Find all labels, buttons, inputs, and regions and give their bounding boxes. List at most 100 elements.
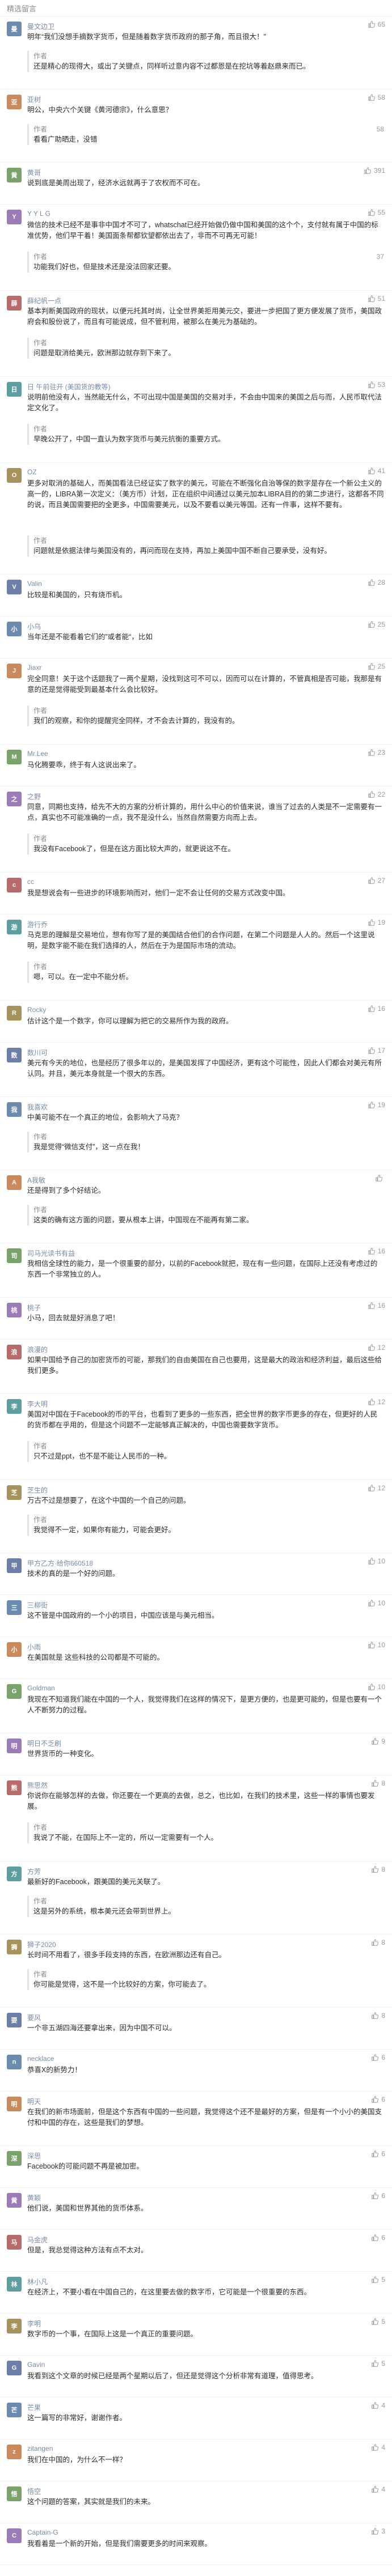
avatar[interactable]: 马 <box>7 2235 22 2250</box>
like-button[interactable]: 4 <box>371 2485 385 2493</box>
avatar[interactable]: 小 <box>7 1642 22 1657</box>
avatar[interactable]: 狮 <box>7 1940 22 1954</box>
comment-item: n necklace 6 恭喜X的新势力！ <box>0 2049 392 2092</box>
avatar[interactable]: 深 <box>7 2151 22 2166</box>
avatar[interactable]: 日 <box>7 382 22 397</box>
avatar[interactable]: J <box>7 664 22 678</box>
avatar[interactable]: c <box>7 878 22 892</box>
like-button[interactable]: 65 <box>368 20 385 28</box>
avatar[interactable]: 明 <box>7 1738 22 1753</box>
avatar[interactable]: 林 <box>7 2277 22 2292</box>
like-button[interactable]: 8 <box>371 1779 385 1787</box>
like-button[interactable]: 10 <box>368 1641 385 1649</box>
reply-like-button[interactable]: 58 <box>377 124 384 134</box>
avatar[interactable]: G <box>7 1684 22 1699</box>
avatar[interactable]: 甲 <box>7 1558 22 1573</box>
like-button[interactable]: 16 <box>368 1005 385 1013</box>
avatar[interactable]: 数 <box>7 1048 22 1062</box>
avatar[interactable]: 李 <box>7 2319 22 2333</box>
like-button[interactable]: 8 <box>371 2012 385 2020</box>
like-button[interactable]: 51 <box>368 295 385 303</box>
avatar[interactable]: 游 <box>7 920 22 934</box>
like-button[interactable]: 4 <box>371 2443 385 2451</box>
avatar[interactable]: 司 <box>7 1248 22 1263</box>
author-reply: 作者 问题是取消给美元，欧洲那边就存到下来了。 <box>27 338 384 359</box>
avatar[interactable]: 黄 <box>7 2193 22 2208</box>
comment-author: cc <box>27 878 34 886</box>
like-button[interactable]: 10 <box>368 1683 385 1691</box>
avatar[interactable]: 黄 <box>7 168 22 182</box>
like-button[interactable]: 41 <box>368 467 385 475</box>
avatar[interactable]: 之 <box>7 792 22 806</box>
like-button[interactable]: 5 <box>371 2318 385 2326</box>
like-button[interactable]: 6 <box>371 2095 385 2103</box>
avatar[interactable]: 芝 <box>7 1485 22 1500</box>
avatar[interactable]: 李 <box>7 1399 22 1414</box>
avatar[interactable]: 悟 <box>7 2486 22 2501</box>
comment-text: 还是得到了多个好结论。 <box>27 1187 106 1195</box>
avatar[interactable]: 要 <box>7 2013 22 2027</box>
like-button[interactable]: 12 <box>368 1398 385 1406</box>
avatar[interactable]: 曼 <box>7 22 22 36</box>
like-button[interactable]: 25 <box>368 662 385 670</box>
reply-header: 作者 <box>33 1822 384 1833</box>
like-button[interactable]: 10 <box>368 1599 385 1607</box>
avatar[interactable]: n <box>7 2055 22 2069</box>
comment-item: R Rocky 16 估计这个是一个数字，你可以理解为把它的交易所作为我的政府。 <box>0 1000 392 1043</box>
like-button[interactable]: 5 <box>371 2360 385 2367</box>
like-button[interactable]: 53 <box>368 381 385 389</box>
avatar[interactable]: A <box>7 1175 22 1190</box>
avatar[interactable]: Y <box>7 210 22 224</box>
avatar[interactable]: 方 <box>7 1867 22 1881</box>
like-button[interactable]: 19 <box>368 1101 385 1109</box>
like-button[interactable]: 25 <box>368 620 385 628</box>
like-button[interactable]: 22 <box>368 790 385 798</box>
avatar[interactable]: 熊 <box>7 1780 22 1795</box>
avatar[interactable]: 薛 <box>7 296 22 311</box>
avatar[interactable]: R <box>7 1006 22 1021</box>
comment-text: 在美国就是 这些科技的公司都是不可能的。 <box>27 1653 164 1661</box>
like-button[interactable]: 55 <box>368 209 385 216</box>
avatar[interactable]: 桃 <box>7 1303 22 1317</box>
like-button[interactable]: 391 <box>364 167 385 175</box>
avatar[interactable]: V <box>7 580 22 594</box>
avatar[interactable]: 芒 <box>7 2403 22 2417</box>
like-button[interactable]: 5 <box>371 2276 385 2284</box>
avatar[interactable]: 浪 <box>7 1345 22 1359</box>
like-button[interactable]: 3 <box>371 2527 385 2535</box>
avatar[interactable]: 亚 <box>7 95 22 109</box>
avatar[interactable]: z <box>7 2445 22 2459</box>
like-button[interactable]: 8 <box>371 1865 385 1873</box>
avatar[interactable]: O <box>7 468 22 483</box>
like-button[interactable]: 4 <box>371 2401 385 2409</box>
like-button[interactable]: 19 <box>368 919 385 926</box>
avatar[interactable]: G <box>7 2361 22 2375</box>
like-button[interactable]: 12 <box>368 1344 385 1351</box>
like-button[interactable]: 8 <box>371 1939 385 1946</box>
like-button[interactable]: 6 <box>371 2234 385 2242</box>
reply-header: 作者 <box>33 1896 384 1906</box>
like-button[interactable]: 17 <box>368 1047 385 1055</box>
comment-author: 深思 <box>27 2152 41 2160</box>
like-button[interactable]: 28 <box>368 579 385 586</box>
reply-like-button[interactable]: 37 <box>377 252 384 262</box>
like-button[interactable]: 23 <box>368 749 385 756</box>
avatar[interactable]: 小 <box>7 622 22 636</box>
avatar[interactable]: 我 <box>7 1102 22 1117</box>
like-button[interactable] <box>375 1174 385 1182</box>
like-button[interactable]: 6 <box>371 2150 385 2158</box>
like-button[interactable]: 9 <box>371 1737 385 1745</box>
avatar[interactable]: 三 <box>7 1600 22 1615</box>
avatar[interactable]: 明 <box>7 2097 22 2111</box>
like-button[interactable]: 58 <box>368 93 385 101</box>
avatar[interactable]: C <box>7 2528 22 2543</box>
like-button[interactable]: 10 <box>368 1557 385 1565</box>
avatar[interactable]: M <box>7 750 22 764</box>
like-button[interactable]: 6 <box>371 2192 385 2200</box>
like-button[interactable]: 6 <box>371 2054 385 2061</box>
like-button[interactable]: 16 <box>368 1247 385 1255</box>
like-button[interactable]: 16 <box>368 1302 385 1310</box>
like-button[interactable]: 27 <box>368 877 385 885</box>
comment-item: 明明日不乏刷 9 世界货币的一种变化。 <box>0 1733 392 1775</box>
like-button[interactable]: 12 <box>368 1484 385 1492</box>
